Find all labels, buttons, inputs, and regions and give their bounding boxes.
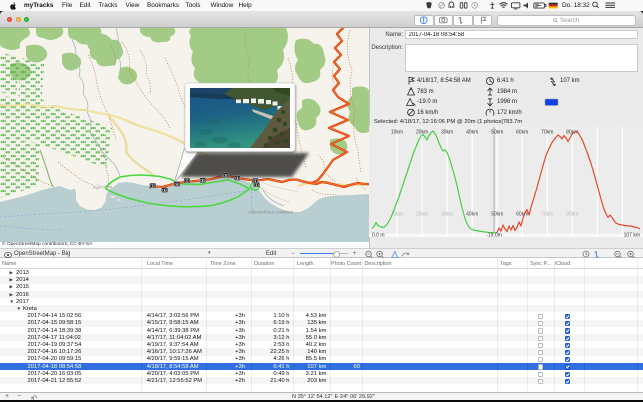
svg-text:-19.0m: -19.0m (486, 232, 502, 237)
svg-text:70km: 70km (541, 129, 553, 135)
svg-text:30km: 30km (441, 129, 453, 135)
svg-text:Ammoudi tous Volakous: Ammoudi tous Volakous (248, 209, 293, 214)
svg-text:60km: 60km (516, 129, 528, 135)
svg-text:0.0 m: 0.0 m (372, 232, 385, 237)
svg-text:Agia Galini: Agia Galini (93, 184, 112, 189)
svg-text:50km: 50km (491, 211, 503, 217)
svg-text:70km: 70km (541, 211, 553, 217)
svg-text:40km: 40km (466, 211, 478, 217)
svg-text:80km: 80km (566, 211, 578, 217)
svg-text:10km: 10km (391, 129, 403, 135)
svg-text:50km: 50km (491, 129, 503, 135)
svg-text:40km: 40km (466, 129, 478, 135)
svg-text:60km: 60km (516, 211, 528, 217)
svg-text:30km: 30km (441, 211, 453, 217)
svg-text:107 km: 107 km (624, 232, 640, 237)
svg-text:20km: 20km (416, 211, 428, 217)
